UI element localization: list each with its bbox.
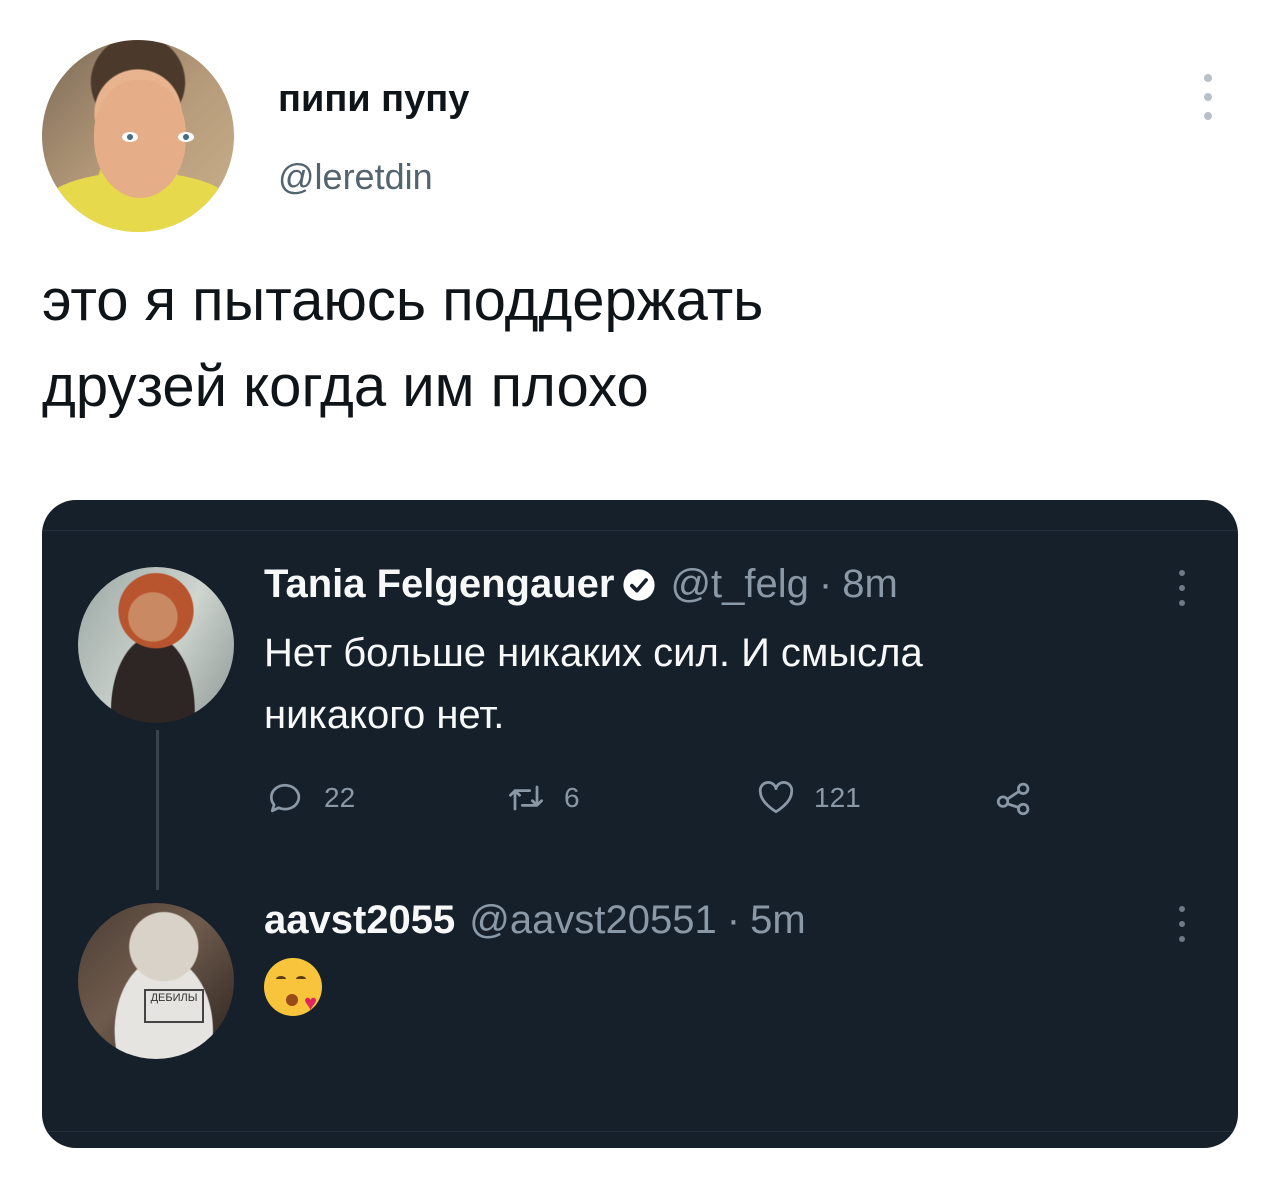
reply-count: 22 [324, 782, 356, 813]
author-handle[interactable]: @leretdin [278, 156, 433, 198]
like-button[interactable]: 121 [754, 776, 861, 820]
reply-handle[interactable]: @t_felg [670, 562, 808, 607]
avatar-eye [122, 132, 138, 142]
thread-connector-line [156, 730, 159, 890]
author-display-name[interactable]: пипи пупу [278, 78, 469, 121]
reply-time[interactable]: 5m [750, 898, 806, 943]
share-button[interactable] [992, 776, 1036, 820]
reply-text: Нет больше никаких сил. И смысла никаког… [264, 622, 1164, 746]
separator-dot: · [818, 562, 833, 606]
reply-text-line: Нет больше никаких сил. И смысла [264, 631, 923, 675]
reply-avatar[interactable]: ДЕБИЛЫ [78, 903, 234, 1059]
reply-avatar[interactable] [78, 567, 234, 723]
avatar-face [94, 80, 186, 198]
tweet-text: это я пытаюсь поддержать друзей когда им… [42, 258, 1222, 430]
reply-handle[interactable]: @aavst20551 [469, 898, 716, 943]
author-avatar[interactable] [42, 40, 234, 232]
share-icon [996, 782, 1030, 816]
more-options-icon[interactable] [1176, 570, 1188, 606]
shirt-print: ДЕБИЛЫ [144, 989, 204, 1023]
more-options-icon[interactable] [1196, 74, 1220, 120]
divider [42, 1131, 1238, 1132]
retweet-button[interactable]: 6 [504, 776, 580, 820]
avatar-eye [178, 132, 194, 142]
divider [42, 530, 1238, 531]
heart-icon [758, 781, 794, 814]
verified-badge-icon [623, 568, 656, 601]
reply-text-line: никакого нет. [264, 693, 505, 737]
reply-time[interactable]: 8m [842, 562, 898, 607]
separator-dot: · [726, 898, 741, 942]
more-options-icon[interactable] [1176, 906, 1188, 942]
reply-button[interactable]: 22 [264, 776, 355, 820]
retweet-icon [509, 785, 543, 811]
embedded-screenshot[interactable]: Tania Felgengauer @t_felg · 8m Нет больш… [42, 500, 1238, 1148]
reply-header: Tania Felgengauer @t_felg · 8m [264, 562, 898, 607]
reply-header: aavst2055 @aavst20551 · 5m [264, 898, 806, 943]
action-bar: 22 6 121 [264, 776, 1164, 826]
kissing-heart-emoji-icon: ♥ [264, 958, 322, 1016]
reply-display-name[interactable]: Tania Felgengauer [264, 562, 614, 607]
reply-display-name[interactable]: aavst2055 [264, 898, 455, 943]
tweet-text-line: это я пытаюсь поддержать [42, 268, 764, 333]
like-count: 121 [814, 782, 861, 813]
retweet-count: 6 [564, 782, 580, 813]
tweet-text-line: друзей когда им плохо [42, 354, 649, 419]
comment-icon [269, 783, 301, 813]
tweet-page: пипи пупу @leretdin это я пытаюсь поддер… [0, 0, 1280, 1185]
